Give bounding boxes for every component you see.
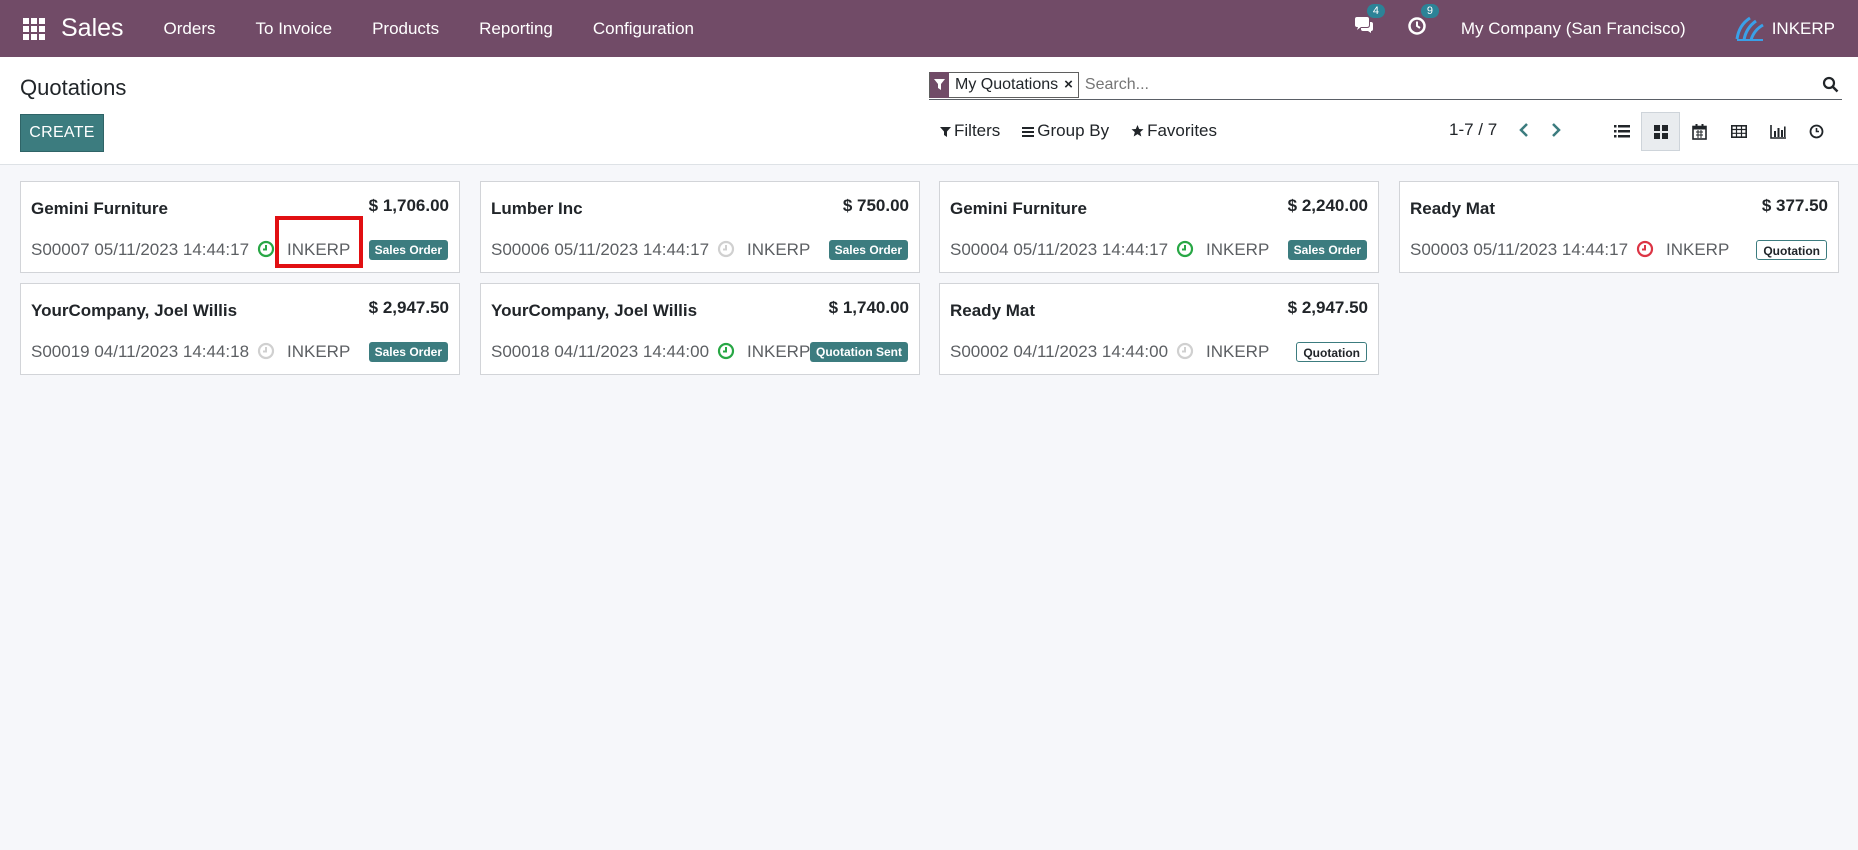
control-panel: Quotations CREATE My Quotations × Filter… [0,57,1858,165]
card-amount: $ 1,740.00 [828,298,909,317]
activity-clock-icon[interactable] [257,342,275,360]
kanban-card[interactable]: Gemini Furniture $ 2,240.00 S00004 05/11/2… [939,181,1379,273]
activity-clock-icon[interactable] [1176,342,1194,360]
menu-reporting[interactable]: Reporting [459,19,573,39]
menu-orders[interactable]: Orders [144,19,236,39]
card-owner: INKERP [747,240,811,259]
filter-icon [930,71,949,98]
bars-icon [1022,126,1035,137]
status-badge: Quotation [1296,342,1367,362]
user-menu[interactable]: INKERP [1734,15,1835,43]
card-amount: $ 1,706.00 [368,196,449,215]
view-switcher [1602,112,1836,151]
kanban-card[interactable]: Lumber Inc $ 750.00 S00006 05/11/2023 14:4… [480,181,920,273]
card-customer: Ready Mat [1410,199,1496,218]
card-amount: $ 2,240.00 [1287,196,1368,215]
menu-to-invoice[interactable]: To Invoice [236,19,353,39]
graph-view-icon[interactable] [1758,112,1797,151]
card-owner: INKERP [1206,240,1270,259]
status-badge: Sales Order [828,240,908,260]
card-customer: Ready Mat [950,301,1036,320]
activity-clock-icon[interactable] [1636,240,1654,258]
activity-clock-icon[interactable] [717,240,735,258]
pivot-view-icon[interactable] [1719,112,1758,151]
status-badge: Sales Order [368,342,448,362]
favorites-label: Favorites [1147,121,1218,140]
messages-counter: 4 [1366,3,1385,18]
filters-label: Filters [954,121,1001,140]
card-customer: Gemini Furniture [950,199,1087,218]
pager-previous-icon[interactable] [1519,123,1529,137]
top-navbar: Sales Orders To Invoice Products Reporti… [0,0,1858,57]
card-amount: $ 2,947.50 [368,298,449,317]
status-badge: Quotation [1756,240,1827,260]
card-reference: S00007 05/11/2023 14:44:17 [31,240,250,259]
status-badge: Sales Order [1287,240,1367,260]
card-owner: INKERP [287,342,351,361]
search-input[interactable] [1078,75,1818,94]
search-bar: My Quotations × [929,70,1842,100]
group-by-label: Group By [1037,121,1110,140]
group-by-button[interactable]: Group By [1022,121,1109,141]
card-owner: INKERP [1666,240,1730,259]
card-reference: S00006 05/11/2023 14:44:17 [491,240,710,259]
search-options: Filters Group By Favorites [940,121,1239,141]
kanban-card[interactable]: Gemini Furniture $ 1,706.00 S00007 05/11/2… [20,181,460,273]
kanban-card[interactable]: Ready Mat $ 377.50 S00003 05/11/2023 14:44… [1399,181,1839,273]
activity-clock-icon[interactable] [1176,240,1194,258]
annotation-highlight-box [275,216,363,268]
star-icon [1131,125,1144,137]
activities-button[interactable]: 9 [1407,3,1439,42]
app-name[interactable]: Sales [61,14,124,43]
clock-icon [1408,16,1426,35]
app-menu-icon[interactable] [19,14,49,44]
card-amount: $ 377.50 [1761,196,1828,215]
menu-configuration[interactable]: Configuration [573,19,714,39]
card-customer: YourCompany, Joel Willis [31,301,238,320]
list-view-icon[interactable] [1602,112,1641,151]
status-badge: Quotation Sent [810,342,908,362]
pager-next-icon[interactable] [1551,123,1561,137]
kanban-card[interactable]: Ready Mat $ 2,947.50 S00002 04/11/2023 14:… [939,283,1379,375]
inkerp-logo-icon [1735,16,1764,41]
card-reference: S00019 04/11/2023 14:44:18 [31,342,250,361]
card-customer: Gemini Furniture [31,199,168,218]
calendar-view-icon[interactable] [1680,112,1719,151]
card-amount: $ 2,947.50 [1287,298,1368,317]
card-reference: S00002 04/11/2023 14:44:00 [950,342,1169,361]
chat-icon [1354,16,1373,33]
card-owner: INKERP [1206,342,1270,361]
activity-view-icon[interactable] [1797,112,1836,151]
filter-icon [940,126,951,137]
facet-label: My Quotations [955,75,1059,93]
search-facet: My Quotations × [929,71,1079,98]
card-customer: Lumber Inc [491,199,583,218]
activity-clock-icon[interactable] [717,342,735,360]
page-title: Quotations [20,75,127,100]
pager-value[interactable]: 1-7 / 7 [1449,120,1497,140]
facet-remove-icon[interactable]: × [1064,76,1078,93]
card-reference: S00004 05/11/2023 14:44:17 [950,240,1169,259]
card-reference: S00018 04/11/2023 14:44:00 [491,342,710,361]
user-name: INKERP [1771,18,1835,38]
kanban-card[interactable]: YourCompany, Joel Willis $ 2,947.50 S00019… [20,283,460,375]
card-amount: $ 750.00 [842,196,909,215]
messages-button[interactable]: 4 [1353,3,1385,42]
status-badge: Sales Order [368,240,448,260]
menu-products[interactable]: Products [352,19,459,39]
kanban-view-icon[interactable] [1641,112,1680,151]
activities-counter: 9 [1420,3,1439,18]
card-customer: YourCompany, Joel Willis [491,301,698,320]
activity-clock-icon[interactable] [257,240,275,258]
search-icon[interactable] [1818,73,1842,97]
favorites-button[interactable]: Favorites [1131,121,1217,141]
pager: 1-7 / 7 [1449,120,1561,140]
filters-button[interactable]: Filters [940,121,1000,141]
card-owner: INKERP [747,342,811,361]
company-switcher[interactable]: My Company (San Francisco) [1461,19,1686,39]
create-button[interactable]: CREATE [20,114,104,152]
card-reference: S00003 05/11/2023 14:44:17 [1410,240,1629,259]
kanban-card[interactable]: YourCompany, Joel Willis $ 1,740.00 S00018… [480,283,920,375]
